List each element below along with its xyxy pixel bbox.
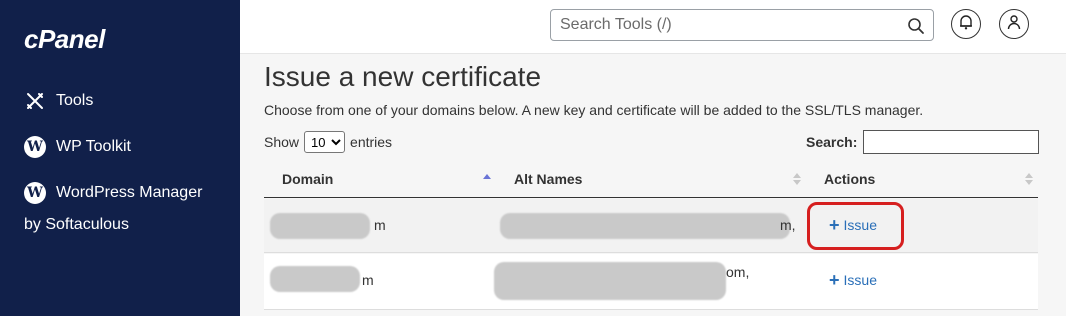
sidebar-item-label: Tools [56,92,94,109]
entries-length-control: Show 10 entries [264,131,392,153]
user-menu-button[interactable] [999,9,1029,39]
search-tools-box[interactable] [550,9,934,41]
sidebar-item-label: WordPress Manager [56,184,203,201]
alt-names-cell: m, [780,217,796,233]
page-description: Choose from one of your domains below. A… [264,102,924,118]
sort-asc-icon[interactable] [482,169,492,189]
alt-names-cell: om, [726,264,750,280]
sidebar-item-label-line2[interactable]: by Softaculous [24,216,129,234]
sort-icon[interactable] [1024,169,1034,189]
user-icon [1007,14,1021,35]
top-header [240,0,1066,54]
wordpress-icon: W [24,136,46,158]
issue-button[interactable]: + Issue [829,271,877,289]
bell-icon [959,14,973,35]
domain-cell: m [362,272,374,288]
table-search-label: Search: [806,134,858,150]
search-icon[interactable] [907,17,925,35]
entries-select[interactable]: 10 [304,131,346,153]
issue-label: Issue [843,272,877,288]
table-row: m m, + Issue [264,199,1038,253]
column-header-actions[interactable]: Actions [824,171,875,187]
highlight-annotation [807,202,904,250]
sidebar-item-wordpress-manager[interactable]: W WordPress Manager [24,182,202,204]
table-row: m om, + Issue [264,254,1038,310]
sidebar-item-wp-toolkit[interactable]: W WP Toolkit [24,136,131,158]
cpanel-logo[interactable]: cPanel [24,24,105,55]
show-label: Show [264,134,300,150]
main-content: Issue a new certificate Choose from one … [240,55,1066,316]
sidebar: cPanel Tools W WP Toolkit W WordPress Ma… [0,0,240,316]
column-header-alt-names[interactable]: Alt Names [514,171,582,187]
domains-table: Domain Alt Names Actions m m, + Issue m … [264,160,1038,310]
redacted-alt-names [500,213,790,239]
page-title: Issue a new certificate [264,61,542,92]
plus-icon: + [829,270,840,290]
column-header-domain[interactable]: Domain [282,171,333,187]
redacted-domain [270,266,360,292]
table-search-input[interactable] [863,130,1040,154]
sidebar-item-tools[interactable]: Tools [24,90,93,112]
search-tools-input[interactable] [560,16,890,34]
sidebar-item-label: WP Toolkit [56,138,131,155]
redacted-alt-names [494,262,726,300]
wordpress-icon: W [24,182,46,204]
redacted-domain [270,213,370,239]
sort-icon[interactable] [792,169,802,189]
table-search: Search: [806,130,1040,154]
entries-label: entries [350,134,393,150]
domain-cell: m [374,217,386,233]
notifications-button[interactable] [951,9,981,39]
tools-icon [24,90,46,112]
table-header: Domain Alt Names Actions [264,160,1038,198]
